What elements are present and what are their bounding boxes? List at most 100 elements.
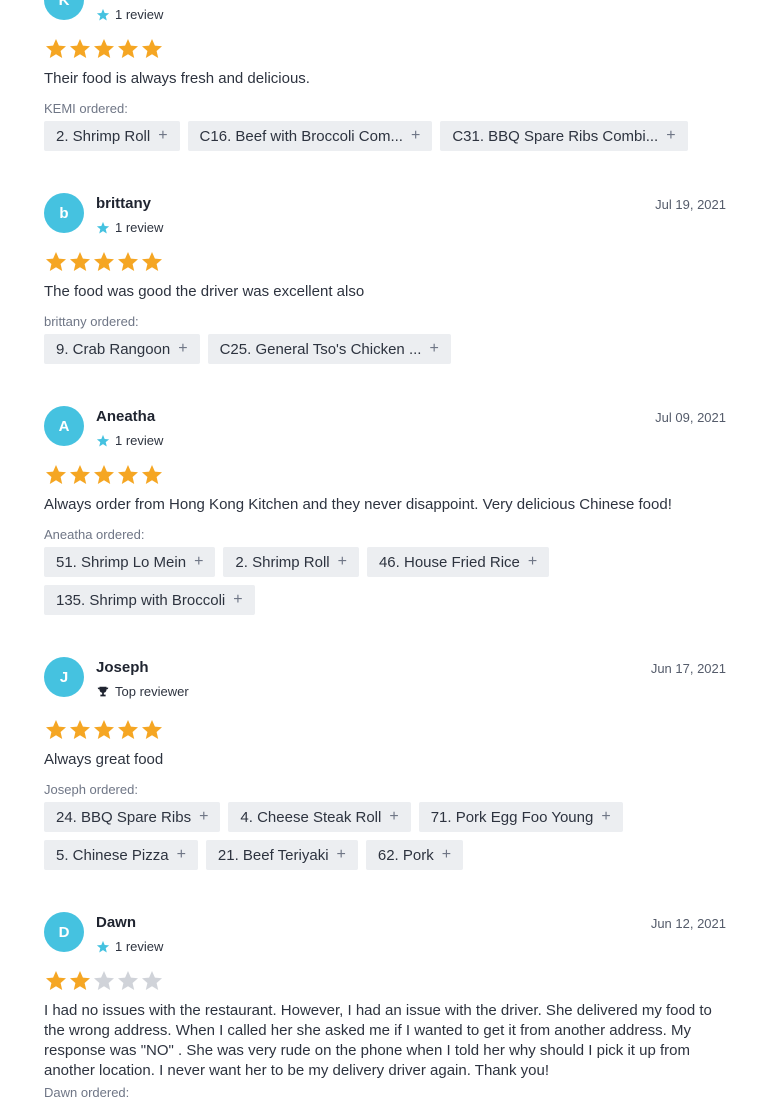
ordered-label: KEMI ordered: bbox=[44, 101, 128, 116]
star-filled-icon bbox=[46, 39, 66, 58]
star-filled-icon bbox=[142, 252, 162, 271]
ordered-item-chip[interactable]: 135. Shrimp with Broccoli + bbox=[44, 585, 255, 615]
star-rating bbox=[44, 463, 164, 487]
plus-icon[interactable]: + bbox=[601, 809, 610, 825]
reviewer-badge-label: 1 review bbox=[115, 220, 164, 235]
ordered-item-chip[interactable]: 5. Chinese Pizza + bbox=[44, 840, 198, 870]
ordered-item-label: 21. Beef Teriyaki bbox=[217, 846, 329, 864]
review-date: Jul 09, 2021 bbox=[655, 410, 726, 425]
star-empty-icon bbox=[118, 971, 138, 990]
plus-icon[interactable]: + bbox=[528, 554, 537, 570]
ordered-label: brittany ordered: bbox=[44, 314, 139, 329]
star-icon bbox=[96, 8, 110, 21]
plus-icon[interactable]: + bbox=[158, 128, 167, 144]
ordered-item-label: 46. House Fried Rice bbox=[378, 553, 520, 571]
ordered-item-chip[interactable]: 46. House Fried Rice + bbox=[366, 547, 550, 577]
star-filled-icon bbox=[70, 252, 90, 271]
star-icon bbox=[96, 940, 110, 953]
reviewer-badge: Top reviewer bbox=[96, 684, 189, 699]
star-filled-icon bbox=[70, 720, 90, 739]
ordered-item-chip[interactable]: C16. Beef with Broccoli Com... + bbox=[187, 121, 433, 151]
plus-icon[interactable]: + bbox=[233, 592, 242, 608]
ordered-label: Dawn ordered: bbox=[44, 1085, 130, 1100]
ordered-item-chip[interactable]: 62. Pork + bbox=[365, 840, 464, 870]
reviewer-badge: 1 review bbox=[96, 7, 163, 22]
plus-icon[interactable]: + bbox=[429, 341, 438, 357]
ordered-item-label: 62. Pork bbox=[377, 846, 434, 864]
star-filled-icon bbox=[142, 720, 162, 739]
reviewer-badge: 1 review bbox=[96, 220, 163, 235]
star-filled-icon bbox=[94, 720, 114, 739]
star-filled-icon bbox=[70, 39, 90, 58]
review-date: Jul 19, 2021 bbox=[655, 197, 726, 212]
ordered-item-chip[interactable]: 51. Shrimp Lo Mein + bbox=[44, 547, 216, 577]
plus-icon[interactable]: + bbox=[337, 847, 346, 863]
star-filled-icon bbox=[142, 39, 162, 58]
star-filled-icon bbox=[142, 465, 162, 484]
review-text: I had no issues with the restaurant. How… bbox=[44, 1002, 712, 1079]
ordered-item-chip[interactable]: 4. Cheese Steak Roll + bbox=[228, 802, 411, 832]
ordered-item-label: 2. Shrimp Roll bbox=[56, 127, 151, 145]
star-rating bbox=[44, 37, 164, 61]
ordered-label: Aneatha ordered: bbox=[44, 527, 145, 542]
avatar[interactable]: K bbox=[44, 0, 84, 20]
ordered-item-chip[interactable]: 2. Shrimp Roll + bbox=[223, 547, 359, 577]
review-date: Jun 12, 2021 bbox=[650, 916, 726, 931]
plus-icon[interactable]: + bbox=[389, 809, 398, 825]
ordered-item-chip[interactable]: 71. Pork Egg Foo Young + bbox=[418, 802, 623, 832]
ordered-item-chip[interactable]: 9. Crab Rangoon + bbox=[44, 334, 200, 364]
plus-icon[interactable]: + bbox=[177, 847, 186, 863]
ordered-item-label: C25. General Tso's Chicken ... bbox=[219, 340, 422, 358]
ordered-item-chip[interactable]: 24. BBQ Spare Ribs + bbox=[44, 802, 221, 832]
ordered-item-chip[interactable]: 2. Shrimp Roll + bbox=[44, 121, 180, 151]
ordered-item-label: 9. Crab Rangoon bbox=[56, 340, 171, 358]
plus-icon[interactable]: + bbox=[411, 128, 420, 144]
reviewer-name[interactable]: Aneatha bbox=[96, 408, 155, 425]
star-filled-icon bbox=[118, 252, 138, 271]
reviewer-badge-label: 1 review bbox=[115, 939, 164, 954]
review-text: Always order from Hong Kong Kitchen and … bbox=[44, 496, 672, 513]
avatar[interactable]: J bbox=[44, 657, 84, 697]
plus-icon[interactable]: + bbox=[194, 554, 203, 570]
ordered-label: Joseph ordered: bbox=[44, 782, 138, 797]
reviewer-badge: 1 review bbox=[96, 939, 163, 954]
star-filled-icon bbox=[118, 720, 138, 739]
ordered-items: 2. Shrimp Roll + C16. Beef with Broccoli C… bbox=[44, 121, 726, 151]
ordered-item-chip[interactable]: C25. General Tso's Chicken ... + bbox=[207, 334, 451, 364]
ordered-item-label: 2. Shrimp Roll bbox=[235, 553, 330, 571]
plus-icon[interactable]: + bbox=[338, 554, 347, 570]
reviewer-badge-label: Top reviewer bbox=[115, 684, 189, 699]
star-rating bbox=[44, 250, 164, 274]
star-empty-icon bbox=[94, 971, 114, 990]
star-filled-icon bbox=[46, 971, 66, 990]
star-icon bbox=[96, 434, 110, 447]
star-filled-icon bbox=[94, 252, 114, 271]
star-filled-icon bbox=[70, 465, 90, 484]
reviewer-name[interactable]: Dawn bbox=[96, 914, 136, 931]
star-filled-icon bbox=[46, 465, 66, 484]
plus-icon[interactable]: + bbox=[178, 341, 187, 357]
ordered-item-label: 24. BBQ Spare Ribs bbox=[56, 808, 192, 826]
avatar[interactable]: D bbox=[44, 912, 84, 952]
ordered-items: 9. Crab Rangoon + C25. General Tso's Chick… bbox=[44, 334, 726, 364]
reviewer-name[interactable]: Joseph bbox=[96, 659, 149, 676]
star-filled-icon bbox=[94, 39, 114, 58]
ordered-item-label: 4. Cheese Steak Roll bbox=[240, 808, 382, 826]
star-filled-icon bbox=[46, 720, 66, 739]
star-filled-icon bbox=[70, 971, 90, 990]
plus-icon[interactable]: + bbox=[442, 847, 451, 863]
reviewer-name[interactable]: brittany bbox=[96, 195, 151, 212]
ordered-item-chip[interactable]: C31. BBQ Spare Ribs Combi... + bbox=[440, 121, 688, 151]
plus-icon[interactable]: + bbox=[666, 128, 675, 144]
avatar[interactable]: b bbox=[44, 193, 84, 233]
star-filled-icon bbox=[94, 465, 114, 484]
star-filled-icon bbox=[118, 39, 138, 58]
reviewer-badge-label: 1 review bbox=[115, 7, 164, 22]
review-text: Their food is always fresh and delicious… bbox=[44, 70, 310, 87]
avatar[interactable]: A bbox=[44, 406, 84, 446]
plus-icon[interactable]: + bbox=[199, 809, 208, 825]
review-text: Always great food bbox=[44, 751, 164, 768]
ordered-item-chip[interactable]: 21. Beef Teriyaki + bbox=[205, 840, 358, 870]
star-empty-icon bbox=[142, 971, 162, 990]
review-date: Jun 17, 2021 bbox=[650, 661, 726, 676]
